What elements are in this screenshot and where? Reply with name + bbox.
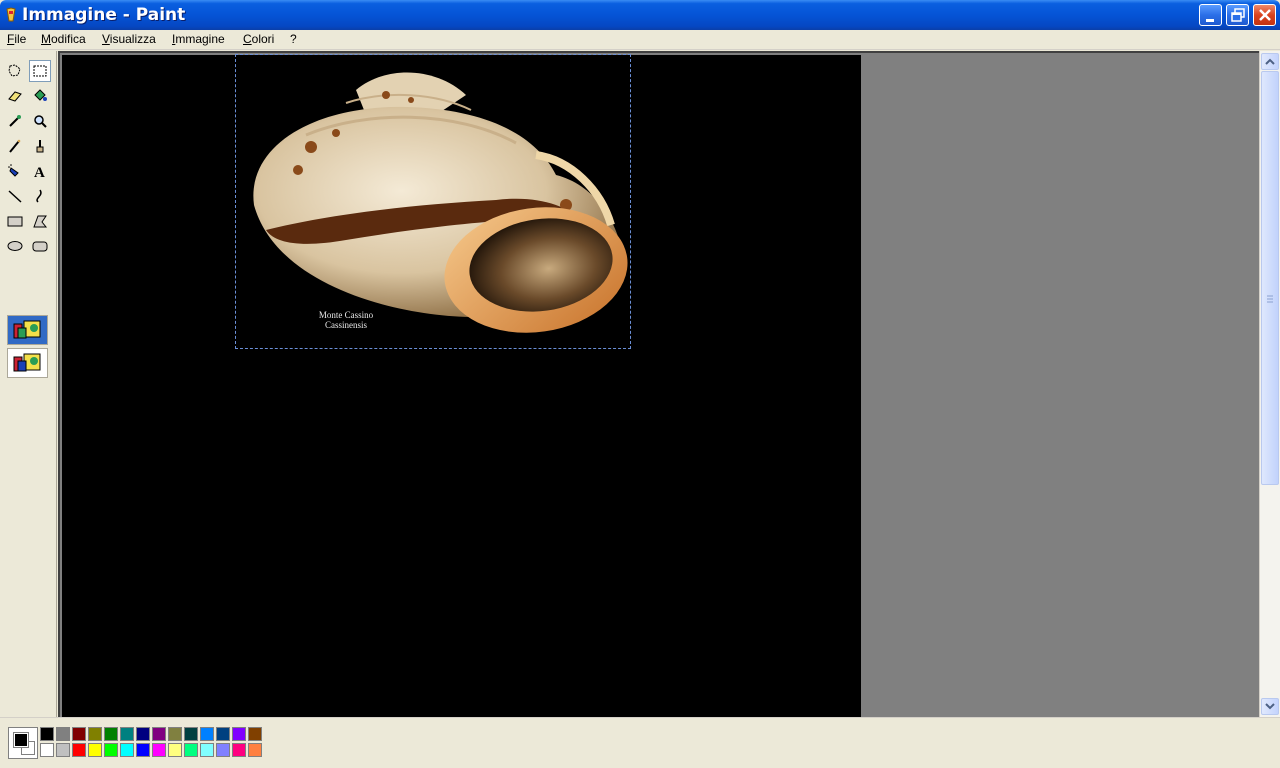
- foreground-color: [13, 732, 29, 748]
- magnifier-tool[interactable]: [29, 110, 51, 132]
- window-title: Immagine - Paint: [22, 5, 186, 25]
- minimize-icon: [1206, 19, 1214, 22]
- color-swatch[interactable]: [40, 743, 54, 757]
- airbrush-icon: [8, 164, 19, 177]
- fill-bucket-icon: [34, 89, 47, 101]
- pencil-tool[interactable]: [4, 135, 26, 157]
- scroll-down-button[interactable]: [1261, 698, 1279, 715]
- opaque-selection-icon: [13, 320, 41, 339]
- color-swatch[interactable]: [136, 727, 150, 741]
- brush-tool[interactable]: [29, 135, 51, 157]
- rectangle-tool[interactable]: [4, 210, 26, 232]
- color-picker-tool[interactable]: [4, 110, 26, 132]
- polygon-tool[interactable]: [29, 210, 51, 232]
- color-swatch[interactable]: [200, 727, 214, 741]
- color-box: [0, 717, 1280, 768]
- color-swatch[interactable]: [88, 727, 102, 741]
- scroll-up-button[interactable]: [1261, 53, 1279, 70]
- color-swatch[interactable]: [120, 743, 134, 757]
- color-swatch[interactable]: [40, 727, 54, 741]
- transparency-transparent-option[interactable]: [7, 348, 48, 378]
- color-swatch[interactable]: [200, 743, 214, 757]
- color-swatch[interactable]: [136, 743, 150, 757]
- svg-text:A: A: [34, 165, 45, 179]
- title-bar[interactable]: Immagine - Paint: [0, 0, 1280, 30]
- menu-immagine[interactable]: Immagine: [172, 32, 225, 46]
- close-icon: [1259, 9, 1271, 21]
- fill-bucket-tool[interactable]: [29, 85, 51, 107]
- color-swatch[interactable]: [104, 743, 118, 757]
- toolbox: A: [0, 51, 57, 717]
- menu-colori[interactable]: Colori: [243, 32, 274, 46]
- restore-button[interactable]: [1226, 4, 1249, 26]
- magnifier-icon: [34, 115, 47, 128]
- menu-modifica[interactable]: Modifica: [41, 32, 86, 46]
- color-swatch[interactable]: [184, 727, 198, 741]
- grip-icon: [1267, 295, 1273, 303]
- color-swatch[interactable]: [104, 727, 118, 741]
- transparent-selection-icon: [13, 353, 41, 372]
- minimize-button[interactable]: [1199, 4, 1222, 26]
- menu-bar: File Modifica Visualizza Immagine Colori…: [0, 30, 1280, 50]
- brush-icon: [36, 140, 44, 153]
- vertical-scrollbar[interactable]: [1259, 51, 1280, 717]
- line-icon: [8, 190, 22, 203]
- color-swatch[interactable]: [216, 743, 230, 757]
- chevron-up-icon: [1265, 58, 1275, 65]
- eraser-tool[interactable]: [4, 85, 26, 107]
- color-swatch[interactable]: [168, 727, 182, 741]
- menu-help[interactable]: ?: [290, 32, 297, 46]
- current-colors[interactable]: [8, 727, 38, 759]
- eraser-icon: [8, 91, 22, 102]
- curve-icon: [36, 189, 42, 203]
- curve-tool[interactable]: [29, 185, 51, 207]
- restore-icon: [1231, 8, 1245, 22]
- line-tool[interactable]: [4, 185, 26, 207]
- color-swatch[interactable]: [232, 727, 246, 741]
- ellipse-icon: [7, 241, 23, 251]
- color-swatch[interactable]: [72, 727, 86, 741]
- transparency-opaque-option[interactable]: [7, 315, 48, 345]
- paint-app-icon: [6, 7, 16, 22]
- color-swatch[interactable]: [152, 743, 166, 757]
- selection-rectangle[interactable]: [235, 54, 631, 349]
- ellipse-tool[interactable]: [4, 235, 26, 257]
- free-form-select-tool[interactable]: [4, 60, 26, 82]
- scroll-thumb[interactable]: [1261, 71, 1279, 485]
- airbrush-tool[interactable]: [4, 160, 26, 182]
- pencil-icon: [9, 139, 21, 153]
- color-swatch[interactable]: [168, 743, 182, 757]
- color-swatch[interactable]: [120, 727, 134, 741]
- color-swatch[interactable]: [248, 743, 262, 757]
- color-swatch[interactable]: [232, 743, 246, 757]
- color-swatch[interactable]: [56, 743, 70, 757]
- color-swatch[interactable]: [184, 743, 198, 757]
- text-icon: A: [34, 165, 45, 179]
- color-swatch[interactable]: [72, 743, 86, 757]
- color-swatch[interactable]: [216, 727, 230, 741]
- rectangle-select-tool[interactable]: [29, 60, 51, 82]
- close-button[interactable]: [1253, 4, 1276, 26]
- rectangle-icon: [7, 216, 23, 227]
- polygon-icon: [33, 215, 48, 228]
- menu-file[interactable]: File: [7, 32, 26, 46]
- color-picker-icon: [9, 115, 21, 127]
- color-swatch[interactable]: [56, 727, 70, 741]
- chevron-down-icon: [1265, 703, 1275, 710]
- rectangle-select-icon: [33, 65, 47, 77]
- color-swatch[interactable]: [88, 743, 102, 757]
- rounded-rectangle-tool[interactable]: [29, 235, 51, 257]
- menu-visualizza[interactable]: Visualizza: [102, 32, 156, 46]
- free-form-select-icon: [8, 64, 21, 77]
- rounded-rectangle-icon: [32, 241, 48, 252]
- color-swatch[interactable]: [248, 727, 262, 741]
- color-swatch[interactable]: [152, 727, 166, 741]
- text-tool[interactable]: A: [29, 160, 51, 182]
